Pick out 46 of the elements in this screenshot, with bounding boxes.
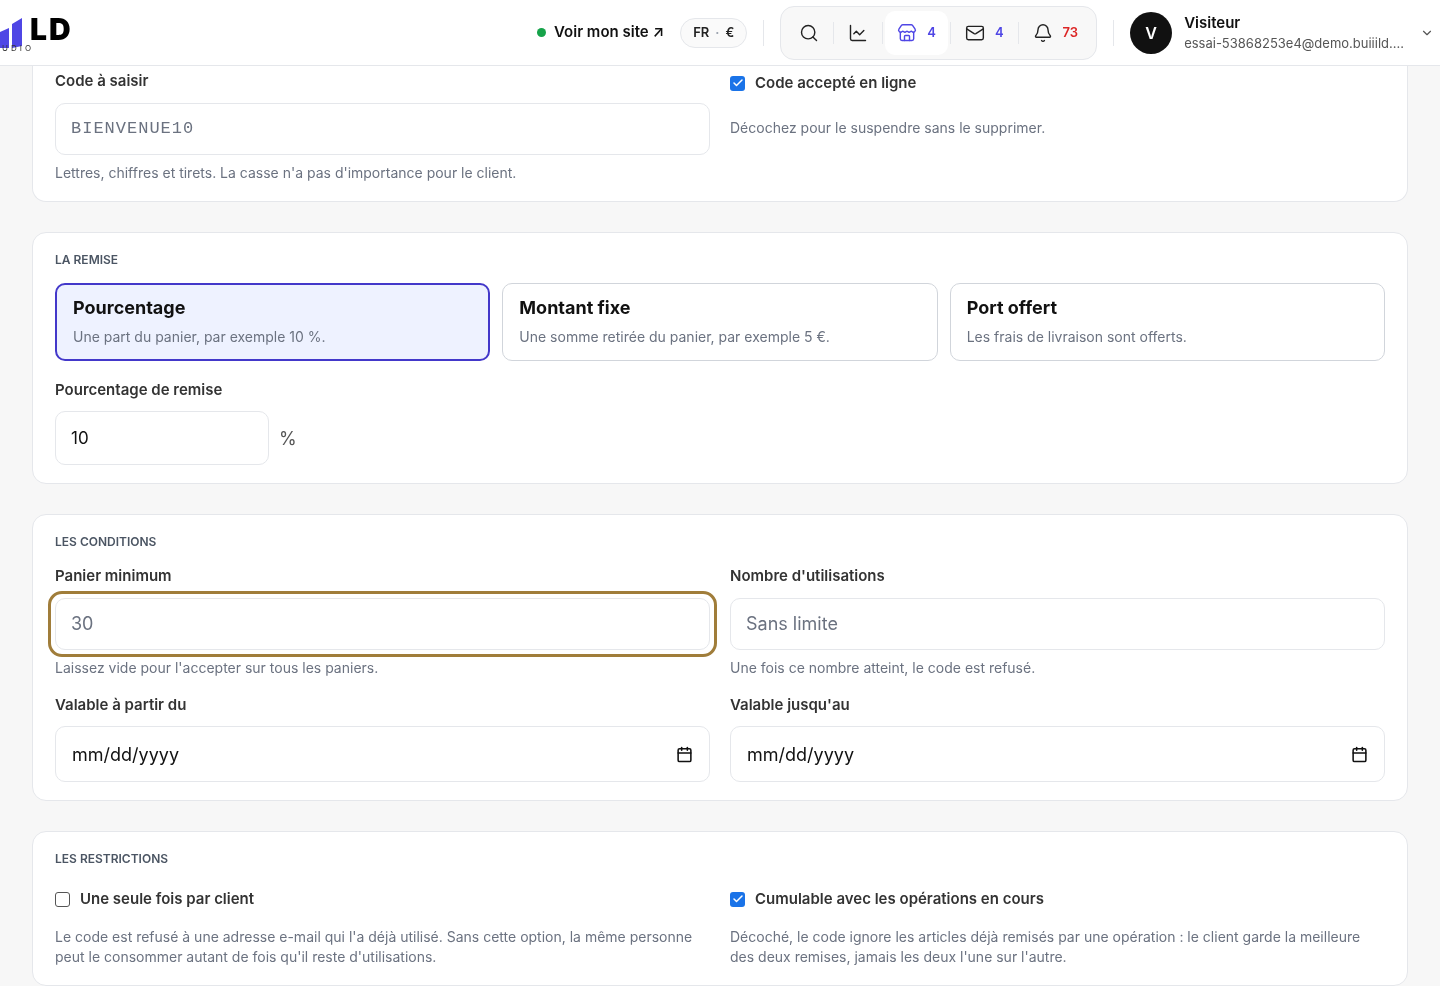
- checkbox[interactable]: [55, 891, 70, 907]
- field-label: Valable jusqu'au: [730, 693, 851, 716]
- percentage-field[interactable]: 10: [55, 411, 269, 465]
- checkbox-label[interactable]: Code accepté en ligne: [755, 72, 917, 95]
- discount-type-option[interactable]: Montant fixe Une somme retirée du panier, par exemple 5 €.: [502, 282, 938, 361]
- store-button[interactable]: 4: [885, 10, 948, 55]
- section-title: LES RESTRICTIONS: [55, 850, 170, 868]
- section-title: LES CONDITIONS: [55, 533, 158, 551]
- field-label: Panier minimum: [55, 565, 173, 587]
- bell-button[interactable]: 73: [1020, 10, 1091, 55]
- checkbox-label[interactable]: Cumulable avec les opérations en cours: [755, 888, 1044, 911]
- date-field[interactable]: mm/dd/yyyy: [730, 726, 1385, 782]
- checkbox[interactable]: [730, 891, 745, 907]
- logo-text: LD: [30, 13, 73, 44]
- search-icon: [799, 22, 820, 43]
- date-field[interactable]: mm/dd/yyyy: [55, 726, 710, 782]
- option-description: Le code est refusé à une adresse e-mail qui l'a déjà utilisé. Sans cette option, la même personne peut le consommer autant de fois qu'il reste d'utilisations.: [55, 926, 694, 967]
- stats-icon: [848, 22, 869, 43]
- field-hint: Laissez vide pour l'accepter sur tous les paniers.: [55, 657, 380, 678]
- view-site-link[interactable]: Voir mon site ↗: [537, 21, 665, 44]
- logo-subtext: UDIO: [2, 43, 35, 52]
- store-icon: [897, 22, 918, 43]
- field-label: Nombre d'utilisations: [730, 565, 886, 587]
- field-hint: Une fois ce nombre atteint, le code est refusé.: [730, 657, 1037, 678]
- text-field[interactable]: 30: [48, 590, 717, 657]
- bell-icon: [1032, 22, 1053, 43]
- field-label: Valable à partir du: [55, 693, 188, 716]
- calendar-icon[interactable]: [1351, 745, 1368, 763]
- checkbox-label[interactable]: Une seule fois par client: [80, 888, 255, 911]
- avatar[interactable]: V: [1130, 11, 1173, 54]
- option-description: Décoché, le code ignore les articles déjà remisés par une opération : le client garde la meilleure des deux remises, jamais les deux l'une sur l'autre.: [730, 926, 1362, 967]
- section-title: LA REMISE: [55, 250, 120, 269]
- code-field[interactable]: BIENVENUE10: [55, 102, 710, 155]
- locale-button[interactable]: FR · €: [680, 17, 748, 48]
- checkbox[interactable]: [730, 75, 745, 91]
- field-hint: Lettres, chiffres et tirets. La casse n'a pas d'importance pour le client.: [55, 162, 518, 183]
- discount-type-option[interactable]: Pourcentage Une part du panier, par exemple 10 %.: [55, 282, 491, 361]
- mail-button[interactable]: 4: [952, 10, 1016, 55]
- field-label: Pourcentage de remise: [55, 378, 224, 401]
- unit-label: %: [279, 426, 297, 451]
- field-label: Code à saisir: [55, 70, 150, 92]
- field-hint: Décochez pour le suspendre sans le supprimer.: [730, 117, 1047, 138]
- discount-type-option[interactable]: Port offert Les frais de livraison sont offerts.: [949, 282, 1385, 361]
- calendar-icon[interactable]: [676, 745, 693, 763]
- user-name: Visiteur: [1184, 12, 1242, 33]
- user-email: essai-53868253e4@demo.buiiild....: [1184, 33, 1404, 53]
